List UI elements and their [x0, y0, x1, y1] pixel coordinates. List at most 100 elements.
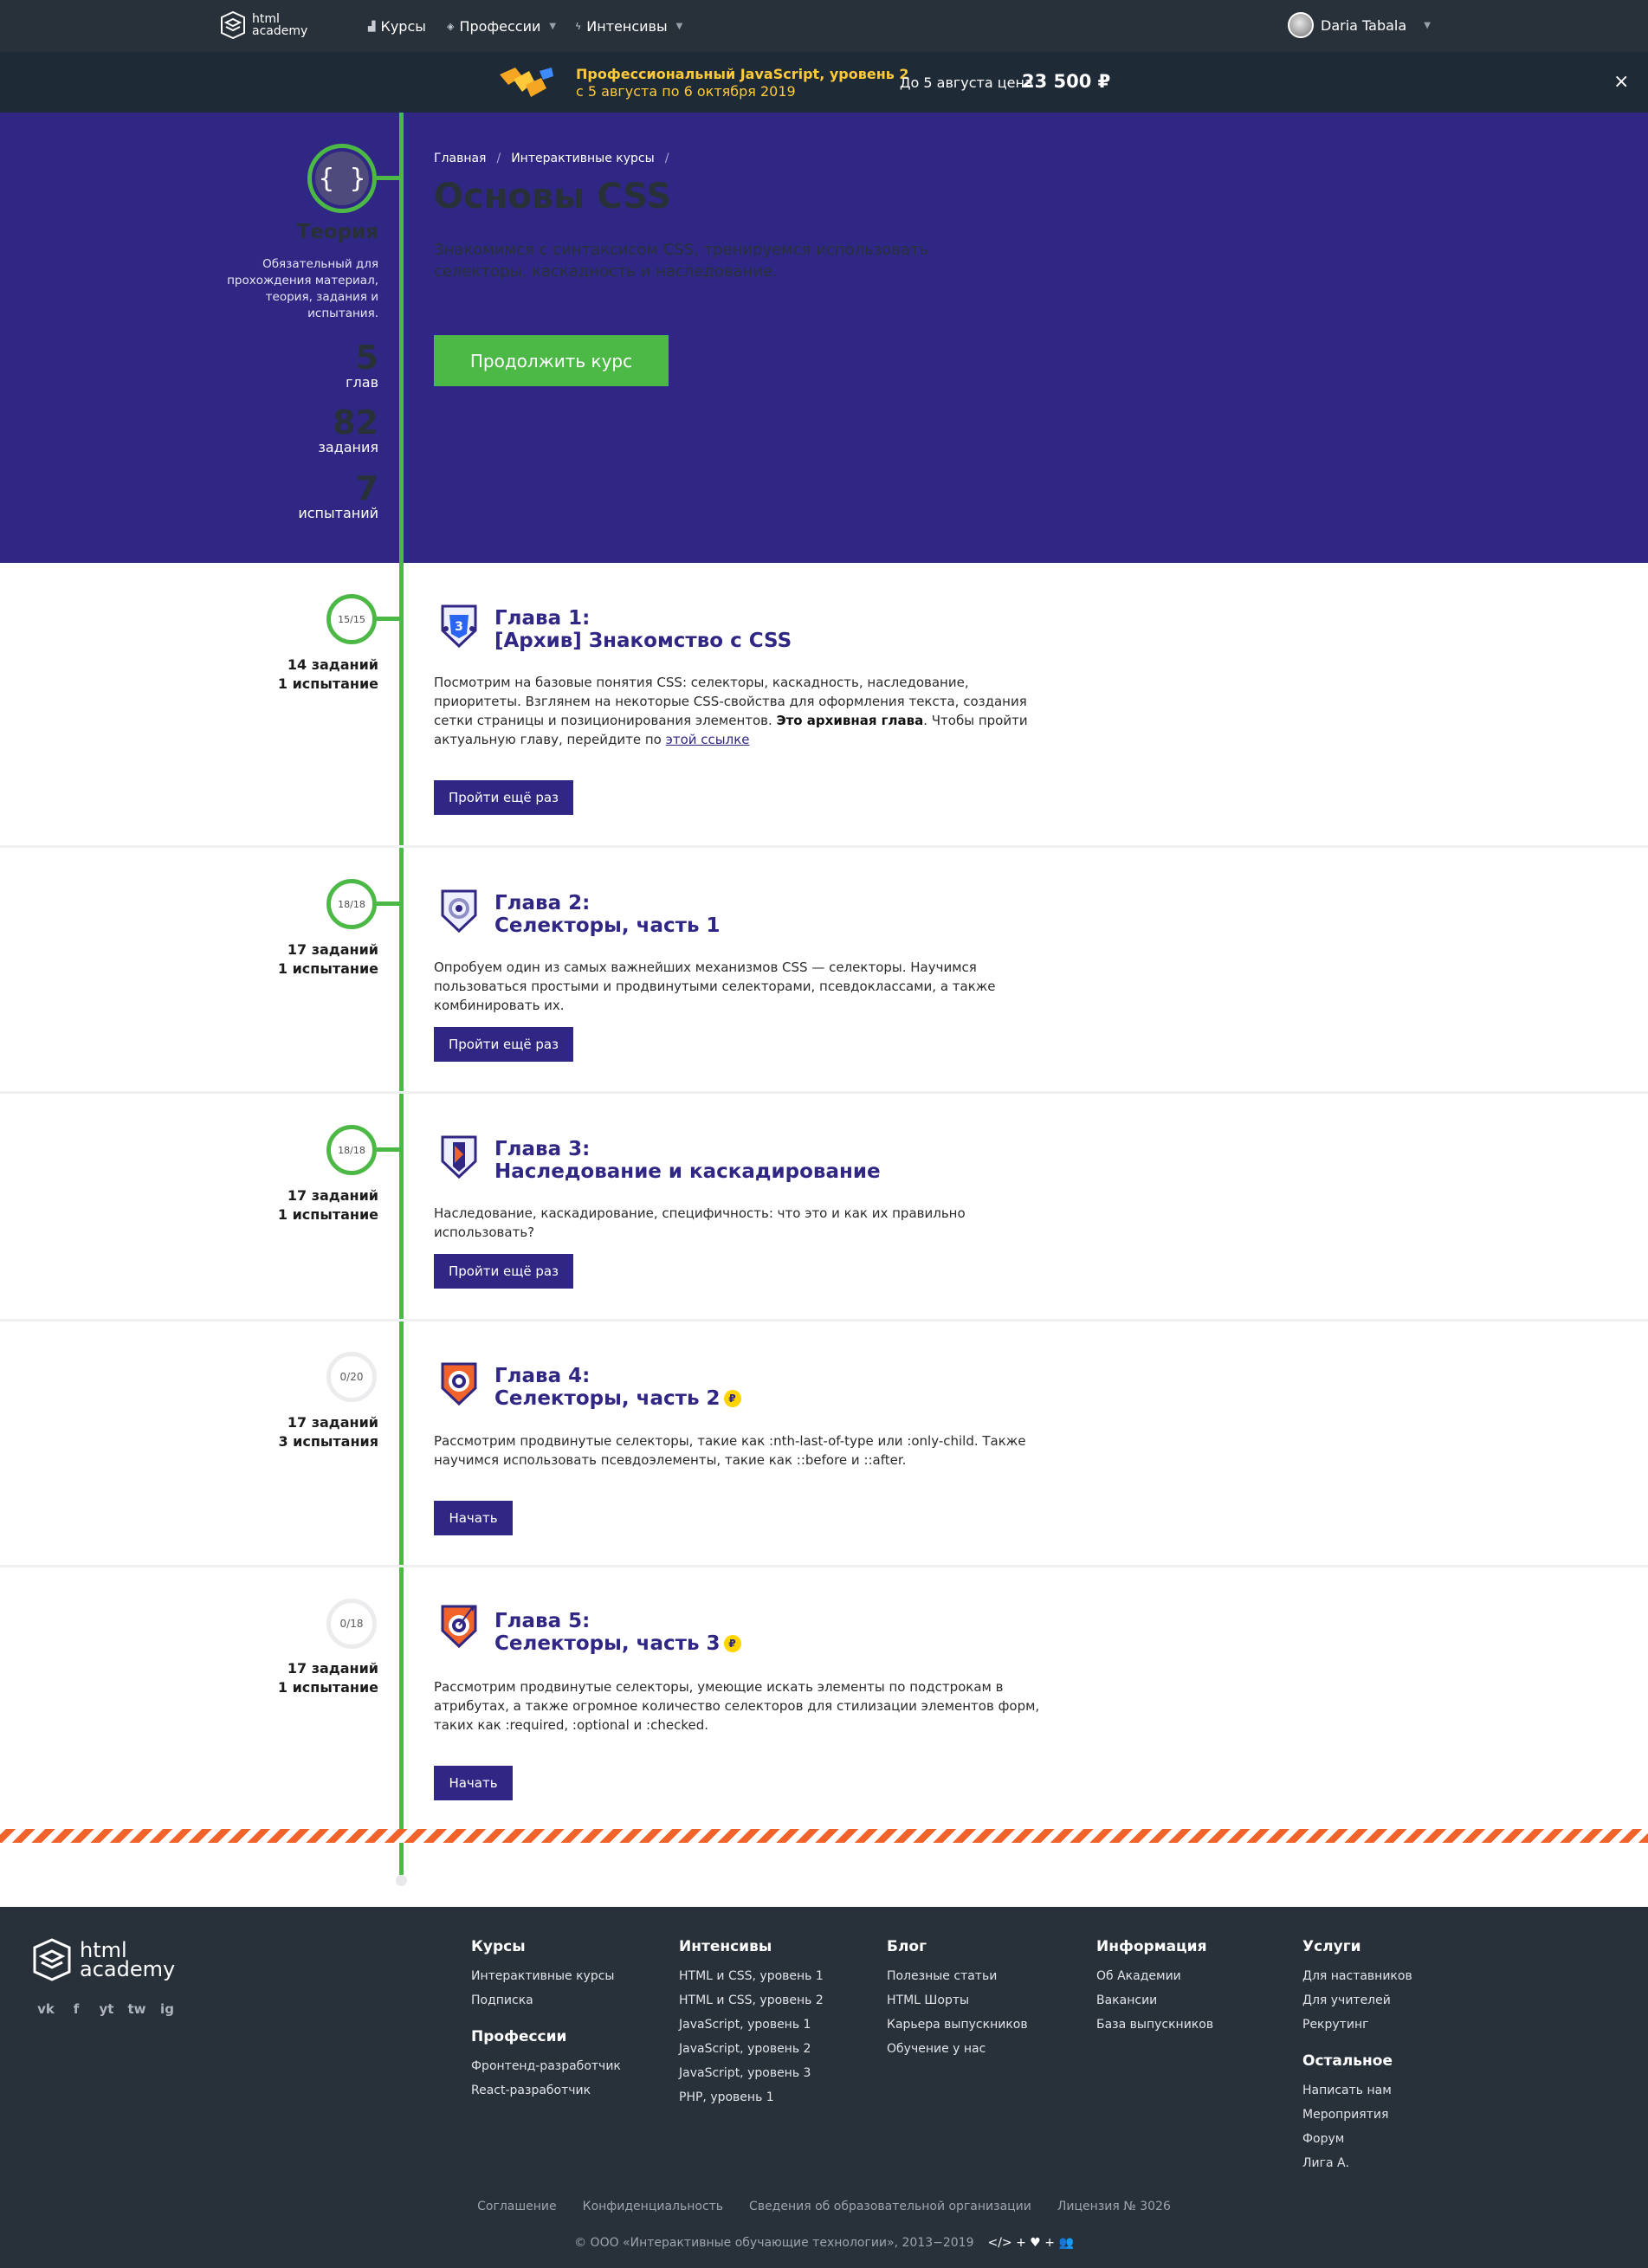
promo-title: Профессиональный JavaScript, уровень 2	[576, 66, 909, 82]
nav-professions-label: Профессии	[459, 18, 541, 35]
chapter-progress-circle: 0/18	[326, 1599, 377, 1649]
bar-chart-icon: ▟	[368, 21, 376, 32]
nav-courses-label: Курсы	[380, 18, 426, 35]
start-chapter-button[interactable]: Начать	[434, 1766, 513, 1800]
theory-title: Теория	[296, 221, 378, 243]
nav-courses[interactable]: ▟ Курсы	[368, 18, 426, 35]
footer-link[interactable]: Написать нам	[1302, 2078, 1393, 2103]
footer-link[interactable]: Подписка	[471, 1988, 614, 2013]
timeline-connector	[377, 617, 401, 621]
chapter-tasks-count: 17 заданий	[287, 1187, 378, 1204]
breadcrumb: Главная / Интерактивные курсы /	[434, 152, 669, 165]
footer-link[interactable]: Мероприятия	[1302, 2103, 1393, 2127]
breadcrumb-home[interactable]: Главная	[434, 152, 486, 165]
chapter-tasks-count: 17 заданий	[287, 941, 378, 958]
chapter-tasks-count: 17 заданий	[287, 1660, 378, 1677]
footer-column-title: Курсы	[471, 1938, 526, 1955]
chapter-tests-count: 1 испытание	[277, 675, 378, 692]
footer-link[interactable]: Вакансии	[1096, 1988, 1213, 2013]
footer-column-services: Услуги Для наставников Для учителей Рекр…	[1302, 1938, 1412, 2037]
lightning-icon: ϟ	[575, 21, 582, 32]
footer-link[interactable]: Полезные статьи	[887, 1964, 1028, 1988]
chapter-tests-count: 1 испытание	[277, 1679, 378, 1696]
footer-link[interactable]: Карьера выпускников	[887, 2013, 1028, 2037]
footer-link[interactable]: Обучение у нас	[887, 2037, 1028, 2061]
vk-icon[interactable]: vk	[36, 2000, 55, 2018]
footer-link[interactable]: React-разработчик	[471, 2078, 621, 2103]
footer-link[interactable]: JavaScript, уровень 3	[679, 2061, 824, 2085]
theory-badge: { }	[307, 144, 377, 213]
chapter-name-text: Селекторы, часть 3	[494, 1632, 721, 1655]
chapter-stats: 17 заданий 3 испытания	[221, 1413, 378, 1451]
chapter-tasks-count: 17 заданий	[287, 1414, 378, 1431]
legal-link-agreement[interactable]: Соглашение	[477, 2200, 557, 2213]
footer-link[interactable]: Об Академии	[1096, 1964, 1213, 1988]
continue-course-button[interactable]: Продолжить курс	[434, 335, 669, 386]
copyright-text: © ООО «Интерактивные обучающие технологи…	[574, 2236, 974, 2250]
footer-column-title: Информация	[1096, 1938, 1207, 1955]
course-description: Знакомимся с синтаксисом CSS, тренируемс…	[434, 241, 928, 281]
js-intensive-logo-icon	[500, 68, 553, 97]
retake-chapter-button[interactable]: Пройти ещё раз	[434, 1254, 573, 1289]
chapter-title: Глава 3: Наследование и каскадирование	[494, 1138, 881, 1183]
footer-link[interactable]: JavaScript, уровень 2	[679, 2037, 824, 2061]
footer-link[interactable]: JavaScript, уровень 1	[679, 2013, 824, 2037]
footer-link[interactable]: Рекрутинг	[1302, 2013, 1412, 2037]
chevron-down-icon: ▼	[549, 22, 557, 31]
footer-link[interactable]: HTML Шорты	[887, 1988, 1028, 2013]
footer-column-blog: Блог Полезные статьи HTML Шорты Карьера …	[887, 1938, 1028, 2061]
footer-link[interactable]: HTML и CSS, уровень 1	[679, 1964, 824, 1988]
start-chapter-button[interactable]: Начать	[434, 1501, 513, 1535]
chapter-stats: 17 заданий 1 испытание	[221, 940, 378, 979]
footer-link[interactable]: Для наставников	[1302, 1964, 1412, 1988]
chapter-title: Глава 1: [Архив] Знакомство с CSS	[494, 607, 792, 652]
user-menu[interactable]: Daria Tabala ▼	[1288, 12, 1431, 38]
chapter-tasks-count: 14 заданий	[287, 656, 378, 673]
braces-icon: { }	[315, 152, 369, 205]
twitter-icon[interactable]: tw	[127, 2000, 146, 2018]
youtube-icon[interactable]: yt	[97, 2000, 116, 2018]
chapter-number: Глава 1:	[494, 607, 591, 630]
actual-chapter-link[interactable]: этой ссылке	[666, 732, 750, 747]
html-academy-logo-icon	[221, 11, 245, 39]
retake-chapter-button[interactable]: Пройти ещё раз	[434, 1027, 573, 1062]
instagram-icon[interactable]: ig	[158, 2000, 177, 2018]
stat-label: задания	[318, 439, 378, 456]
promo-banner[interactable]: Профессиональный JavaScript, уровень 2 с…	[0, 52, 1648, 113]
chapter-description: Наследование, каскадирование, специфично…	[434, 1205, 966, 1240]
retake-chapter-button[interactable]: Пройти ещё раз	[434, 780, 573, 815]
target-orange-shield-icon	[441, 1362, 477, 1406]
footer-link[interactable]: База выпускников	[1096, 2013, 1213, 2037]
footer-link[interactable]: Форум	[1302, 2127, 1393, 2151]
chapter-stats: 14 заданий 1 испытание	[221, 656, 378, 694]
footer-column-title: Услуги	[1302, 1938, 1361, 1955]
chapter-tests-count: 3 испытания	[278, 1433, 378, 1450]
legal-link-education-info[interactable]: Сведения об образовательной организации	[749, 2200, 1031, 2213]
promo-dates: с 5 августа по 6 октября 2019	[576, 83, 796, 100]
stat-tasks: 82 задания	[221, 405, 378, 456]
timeline-connector	[377, 176, 401, 180]
legal-link-license[interactable]: Лицензия № 3026	[1057, 2200, 1171, 2213]
target-shield-icon	[441, 889, 477, 934]
close-icon[interactable]: ×	[1613, 71, 1629, 93]
breadcrumb-separator: /	[664, 152, 669, 165]
theory-description: Обязательный для прохождения материал, т…	[227, 257, 378, 320]
chapter-description: Рассмотрим продвинутые селекторы, такие …	[434, 1433, 1026, 1468]
footer-logo[interactable]: html academy	[33, 1938, 201, 1981]
chapter-name: [Архив] Знакомство с CSS	[494, 630, 792, 652]
footer-link[interactable]: Для учителей	[1302, 1988, 1412, 2013]
facebook-icon[interactable]: f	[67, 2000, 86, 2018]
promo-price-label: До 5 августа цена	[900, 74, 1033, 91]
footer-link[interactable]: Интерактивные курсы	[471, 1964, 614, 1988]
nav-intensives[interactable]: ϟ Интенсивы ▼	[575, 18, 682, 35]
footer-link[interactable]: PHP, уровень 1	[679, 2085, 824, 2110]
nav-professions[interactable]: ◈ Профессии ▼	[447, 18, 556, 35]
chapter-title: Глава 4: Селекторы, часть 2 ₽	[494, 1365, 741, 1410]
breadcrumb-interactive-courses[interactable]: Интерактивные курсы	[511, 152, 654, 165]
footer-link[interactable]: Фронтенд-разработчик	[471, 2054, 621, 2078]
footer-link[interactable]: HTML и CSS, уровень 2	[679, 1988, 824, 2013]
site-logo[interactable]: html academy	[221, 11, 321, 39]
footer-link[interactable]: Лига А.	[1302, 2151, 1393, 2175]
legal-link-privacy[interactable]: Конфиденциальность	[583, 2200, 723, 2213]
chapter-progress-circle: 0/20	[326, 1352, 377, 1402]
